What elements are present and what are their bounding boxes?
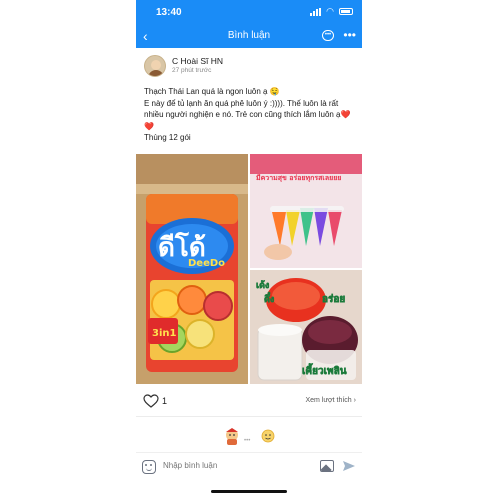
more-dots-icon[interactable]: •••	[343, 28, 356, 42]
bottom-caption-d: เคี้ยวเพลิน	[302, 363, 347, 377]
post-actions: 1 Xem lượt thích ›	[136, 390, 362, 412]
sticker-person-icon[interactable]	[222, 428, 242, 446]
home-indicator	[211, 490, 287, 493]
like-count: 1	[162, 396, 168, 406]
battery-icon	[339, 8, 353, 15]
photo-gallery: ดีโด้ DeeDo 3in1 มีความสุข อร่อยทุกรสเลย…	[136, 154, 362, 384]
nav-bar: ‹ Bình luận ••• •••	[136, 25, 362, 48]
avatar[interactable]	[144, 55, 166, 77]
badge-text: 3in1	[152, 328, 177, 339]
image-icon[interactable]	[320, 460, 334, 472]
post-content: Thạch Thái Lan quá là ngon luôn ạ 🤤 E nà…	[144, 86, 356, 144]
see-likes-link[interactable]: Xem lượt thích ›	[305, 397, 356, 404]
brand-latin-text: DeeDo	[188, 258, 225, 269]
sticker-face-icon[interactable]	[260, 428, 276, 444]
post-line: E này để tủ lạnh ăn quá phê luôn ý :))))…	[144, 98, 351, 131]
post-line: Thùng 12 gói	[144, 133, 191, 142]
post-photo-top[interactable]: มีความสุข อร่อยทุกรสเลยยย	[250, 154, 362, 268]
status-bar: 13:40 ◠	[136, 0, 362, 25]
post-author[interactable]: C Hoài Sĩ HN 27 phút trước	[144, 55, 354, 79]
phone-screen: 13:40 ◠ ‹ Bình luận ••• ••• C Hoài Sĩ HN…	[136, 0, 362, 498]
bottom-caption-a: เด้ง	[256, 280, 269, 291]
signal-icon	[310, 8, 322, 16]
status-time: 13:40	[156, 7, 182, 18]
chat-bubble-icon[interactable]: •••	[322, 30, 334, 41]
bottom-caption-c: อร่อย	[322, 293, 345, 305]
top-caption: มีความสุข อร่อยทุกรสเลยยย	[256, 174, 342, 182]
comment-composer	[136, 452, 362, 482]
post-photo-main[interactable]: ดีโด้ DeeDo 3in1	[136, 154, 248, 384]
reaction-dots: •••	[244, 438, 251, 444]
heart-outline-icon[interactable]	[143, 394, 159, 408]
see-likes-label[interactable]: Xem lượt thích	[305, 397, 351, 404]
wifi-icon: ◠	[326, 6, 334, 16]
post-line: Thạch Thái Lan quá là ngon luôn ạ 🤤	[144, 87, 280, 96]
send-icon[interactable]	[342, 459, 356, 473]
divider	[136, 416, 362, 417]
post-photo-bottom[interactable]: เด้ง ดึ๋ง อร่อย เคี้ยวเพลิน	[250, 270, 362, 384]
post-time: 27 phút trước	[172, 67, 212, 74]
comment-input[interactable]	[163, 461, 303, 470]
author-name[interactable]: C Hoài Sĩ HN	[172, 56, 223, 66]
sticker-icon[interactable]	[142, 460, 156, 474]
reaction-stickers: •••	[136, 424, 362, 450]
